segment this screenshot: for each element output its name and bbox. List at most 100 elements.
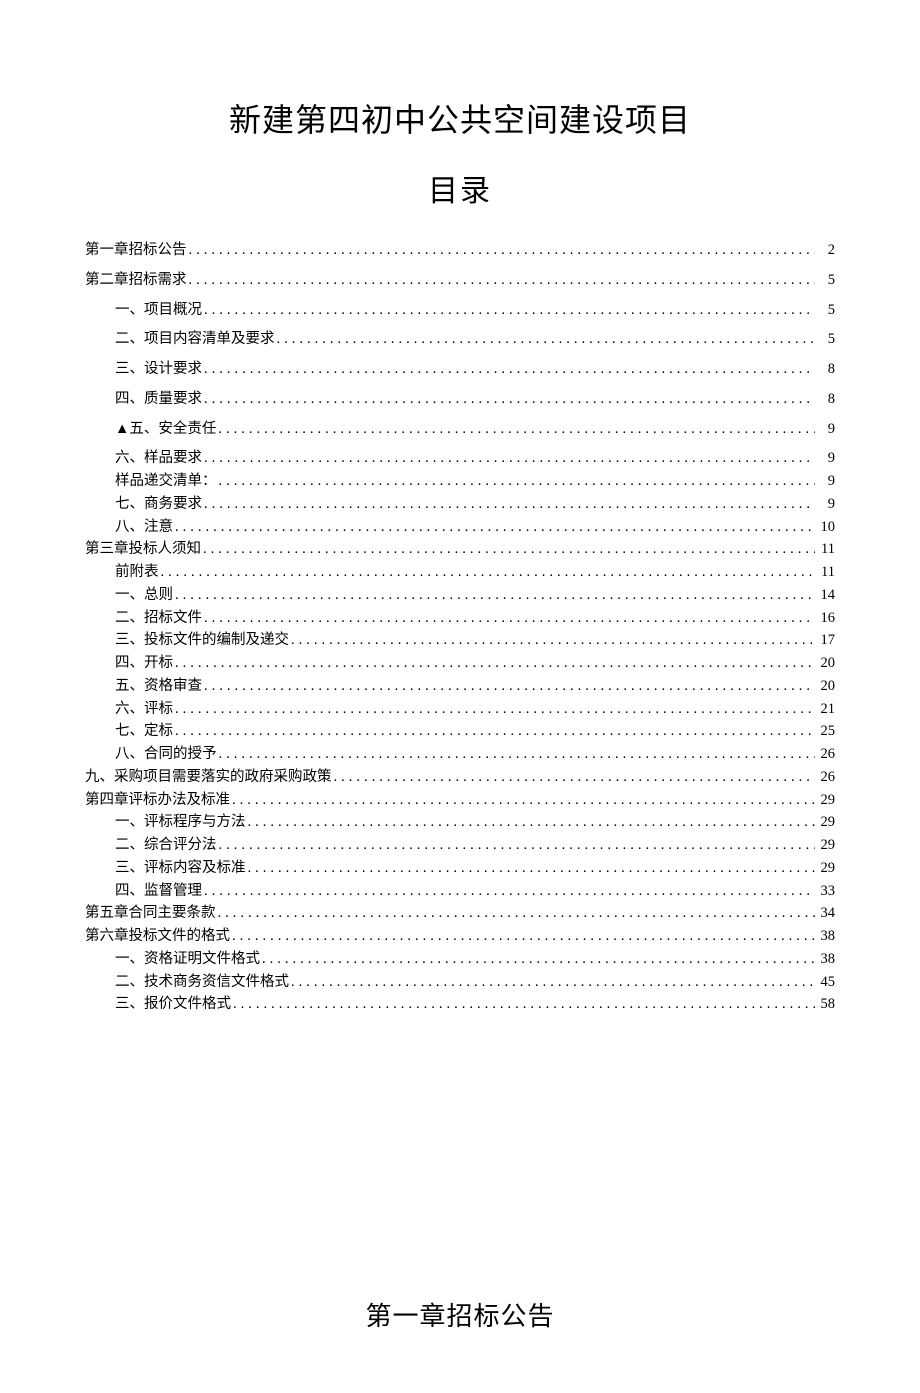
toc-entry: 五、资格审查20	[115, 676, 835, 698]
toc-entry-page: 2	[817, 240, 835, 262]
toc-entry: 一、总则 14	[115, 585, 835, 607]
toc-leader-dots	[204, 389, 815, 411]
toc-entry-page: 9	[817, 419, 835, 441]
toc-entry-label: 七、定标	[115, 721, 173, 743]
toc-leader-dots	[262, 949, 815, 971]
toc-entry: 第三章投标人须知11	[85, 539, 835, 561]
toc-entry: 样品递交清单： 9	[115, 471, 835, 493]
toc-entry-page: 11	[817, 562, 835, 584]
toc-entry-label: 三、投标文件的编制及递交	[115, 630, 289, 652]
toc-leader-dots	[219, 744, 816, 766]
toc-entry: 第一章招标公告 2	[85, 240, 835, 262]
toc-entry: 六、样品要求9	[115, 448, 835, 470]
toc-entry: 八、注意 10	[115, 517, 835, 539]
toc-entry-page: 29	[817, 858, 835, 880]
toc-entry-label: 第四章评标办法及标准	[85, 790, 230, 812]
toc-entry-page: 29	[817, 812, 835, 834]
toc-entry: 一、项目概况 5	[115, 300, 835, 322]
toc-entry-page: 8	[817, 359, 835, 381]
toc-entry-label: 第一章招标公告	[85, 240, 187, 262]
toc-entry-label: 第五章合同主要条款	[85, 903, 216, 925]
toc-leader-dots	[175, 699, 815, 721]
toc-entry-page: 5	[817, 300, 835, 322]
toc-entry: 六、评标21	[115, 699, 835, 721]
toc-entry: 七、商务要求9	[115, 494, 835, 516]
toc-entry: 三、设计要求 8	[115, 359, 835, 381]
toc-leader-dots	[233, 994, 815, 1016]
toc-entry-page: 8	[817, 389, 835, 411]
toc-leader-dots	[175, 517, 815, 539]
toc-leader-dots	[189, 240, 816, 262]
toc-entry-page: 10	[817, 517, 835, 539]
toc-entry-page: 58	[817, 994, 835, 1016]
toc-entry: 八、合同的授予26	[115, 744, 835, 766]
toc-entry-label: 二、项目内容清单及要求	[115, 329, 275, 351]
toc-entry-page: 17	[817, 630, 835, 652]
toc-entry: 第五章合同主要条款34	[85, 903, 835, 925]
toc-entry-page: 9	[817, 448, 835, 470]
toc-entry-page: 29	[817, 835, 835, 857]
toc-entry-page: 14	[817, 585, 835, 607]
toc-entry: 四、开标20	[115, 653, 835, 675]
toc-entry-label: 前附表	[115, 562, 159, 584]
toc-entry: 七、定标 25	[115, 721, 835, 743]
toc-entry-page: 33	[817, 881, 835, 903]
toc-leader-dots	[277, 329, 816, 351]
toc-entry: 一、资格证明文件格式 38	[115, 949, 835, 971]
toc-entry-label: 四、监督管理	[115, 881, 202, 903]
toc-leader-dots	[204, 881, 815, 903]
toc-entry-page: 45	[817, 972, 835, 994]
toc-entry-page: 20	[817, 653, 835, 675]
toc-entry-page: 9	[817, 471, 835, 493]
toc-entry-label: 一、项目概况	[115, 300, 202, 322]
toc-entry-label: 九、采购项目需要落实的政府采购政策	[85, 767, 332, 789]
toc-leader-dots	[218, 903, 816, 925]
toc-entry-label: 一、评标程序与方法	[115, 812, 246, 834]
toc-entry-label: 三、报价文件格式	[115, 994, 231, 1016]
toc-heading: 目录	[85, 166, 835, 210]
toc-entry-page: 26	[817, 767, 835, 789]
toc-leader-dots	[232, 926, 815, 948]
toc-entry-label: 一、总则	[115, 585, 173, 607]
toc-entry-label: 二、技术商务资信文件格式	[115, 972, 289, 994]
toc-entry-label: 一、资格证明文件格式	[115, 949, 260, 971]
toc-entry-page: 21	[817, 699, 835, 721]
toc-entry-page: 25	[817, 721, 835, 743]
toc-entry-page: 38	[817, 949, 835, 971]
document-page: 新建第四初中公共空间建设项目 目录 第一章招标公告2第二章招标需求5一、项目概况…	[0, 0, 920, 1393]
toc-leader-dots	[219, 471, 816, 493]
toc-entry-page: 26	[817, 744, 835, 766]
toc-leader-dots	[218, 419, 815, 441]
toc-entry: 二、招标文件16	[115, 608, 835, 630]
toc-entry-page: 5	[817, 270, 835, 292]
toc-entry: 二、技术商务资信文件格式 45	[115, 972, 835, 994]
toc-leader-dots	[334, 767, 816, 789]
toc-entry: 第六章投标文件的格式38	[85, 926, 835, 948]
toc-entry-page: 9	[817, 494, 835, 516]
toc-entry-label: 八、注意	[115, 517, 173, 539]
toc-entry: 二、项目内容清单及要求5	[115, 329, 835, 351]
document-title: 新建第四初中公共空间建设项目	[85, 95, 835, 141]
toc-entry-page: 29	[817, 790, 835, 812]
toc-leader-dots	[291, 630, 815, 652]
toc-entry-label: 三、设计要求	[115, 359, 202, 381]
toc-entry: 四、质量要求8	[115, 389, 835, 411]
toc-leader-dots	[219, 835, 816, 857]
toc-entry-label: 二、综合评分法	[115, 835, 217, 857]
toc-entry: 四、监督管理 33	[115, 881, 835, 903]
toc-leader-dots	[232, 790, 815, 812]
toc-entry-label: 三、评标内容及标准	[115, 858, 246, 880]
toc-leader-dots	[204, 676, 815, 698]
toc-entry-label: 样品递交清单：	[115, 471, 217, 493]
toc-entry: 前附表 11	[115, 562, 835, 584]
table-of-contents: 第一章招标公告2第二章招标需求5一、项目概况5二、项目内容清单及要求5三、设计要…	[85, 240, 835, 1016]
toc-entry-label: 五、资格审查	[115, 676, 202, 698]
toc-leader-dots	[204, 359, 815, 381]
toc-entry-label: 二、招标文件	[115, 608, 202, 630]
toc-leader-dots	[248, 858, 816, 880]
toc-leader-dots	[204, 448, 815, 470]
toc-leader-dots	[248, 812, 816, 834]
toc-leader-dots	[175, 721, 815, 743]
toc-leader-dots	[291, 972, 815, 994]
toc-leader-dots	[203, 539, 815, 561]
